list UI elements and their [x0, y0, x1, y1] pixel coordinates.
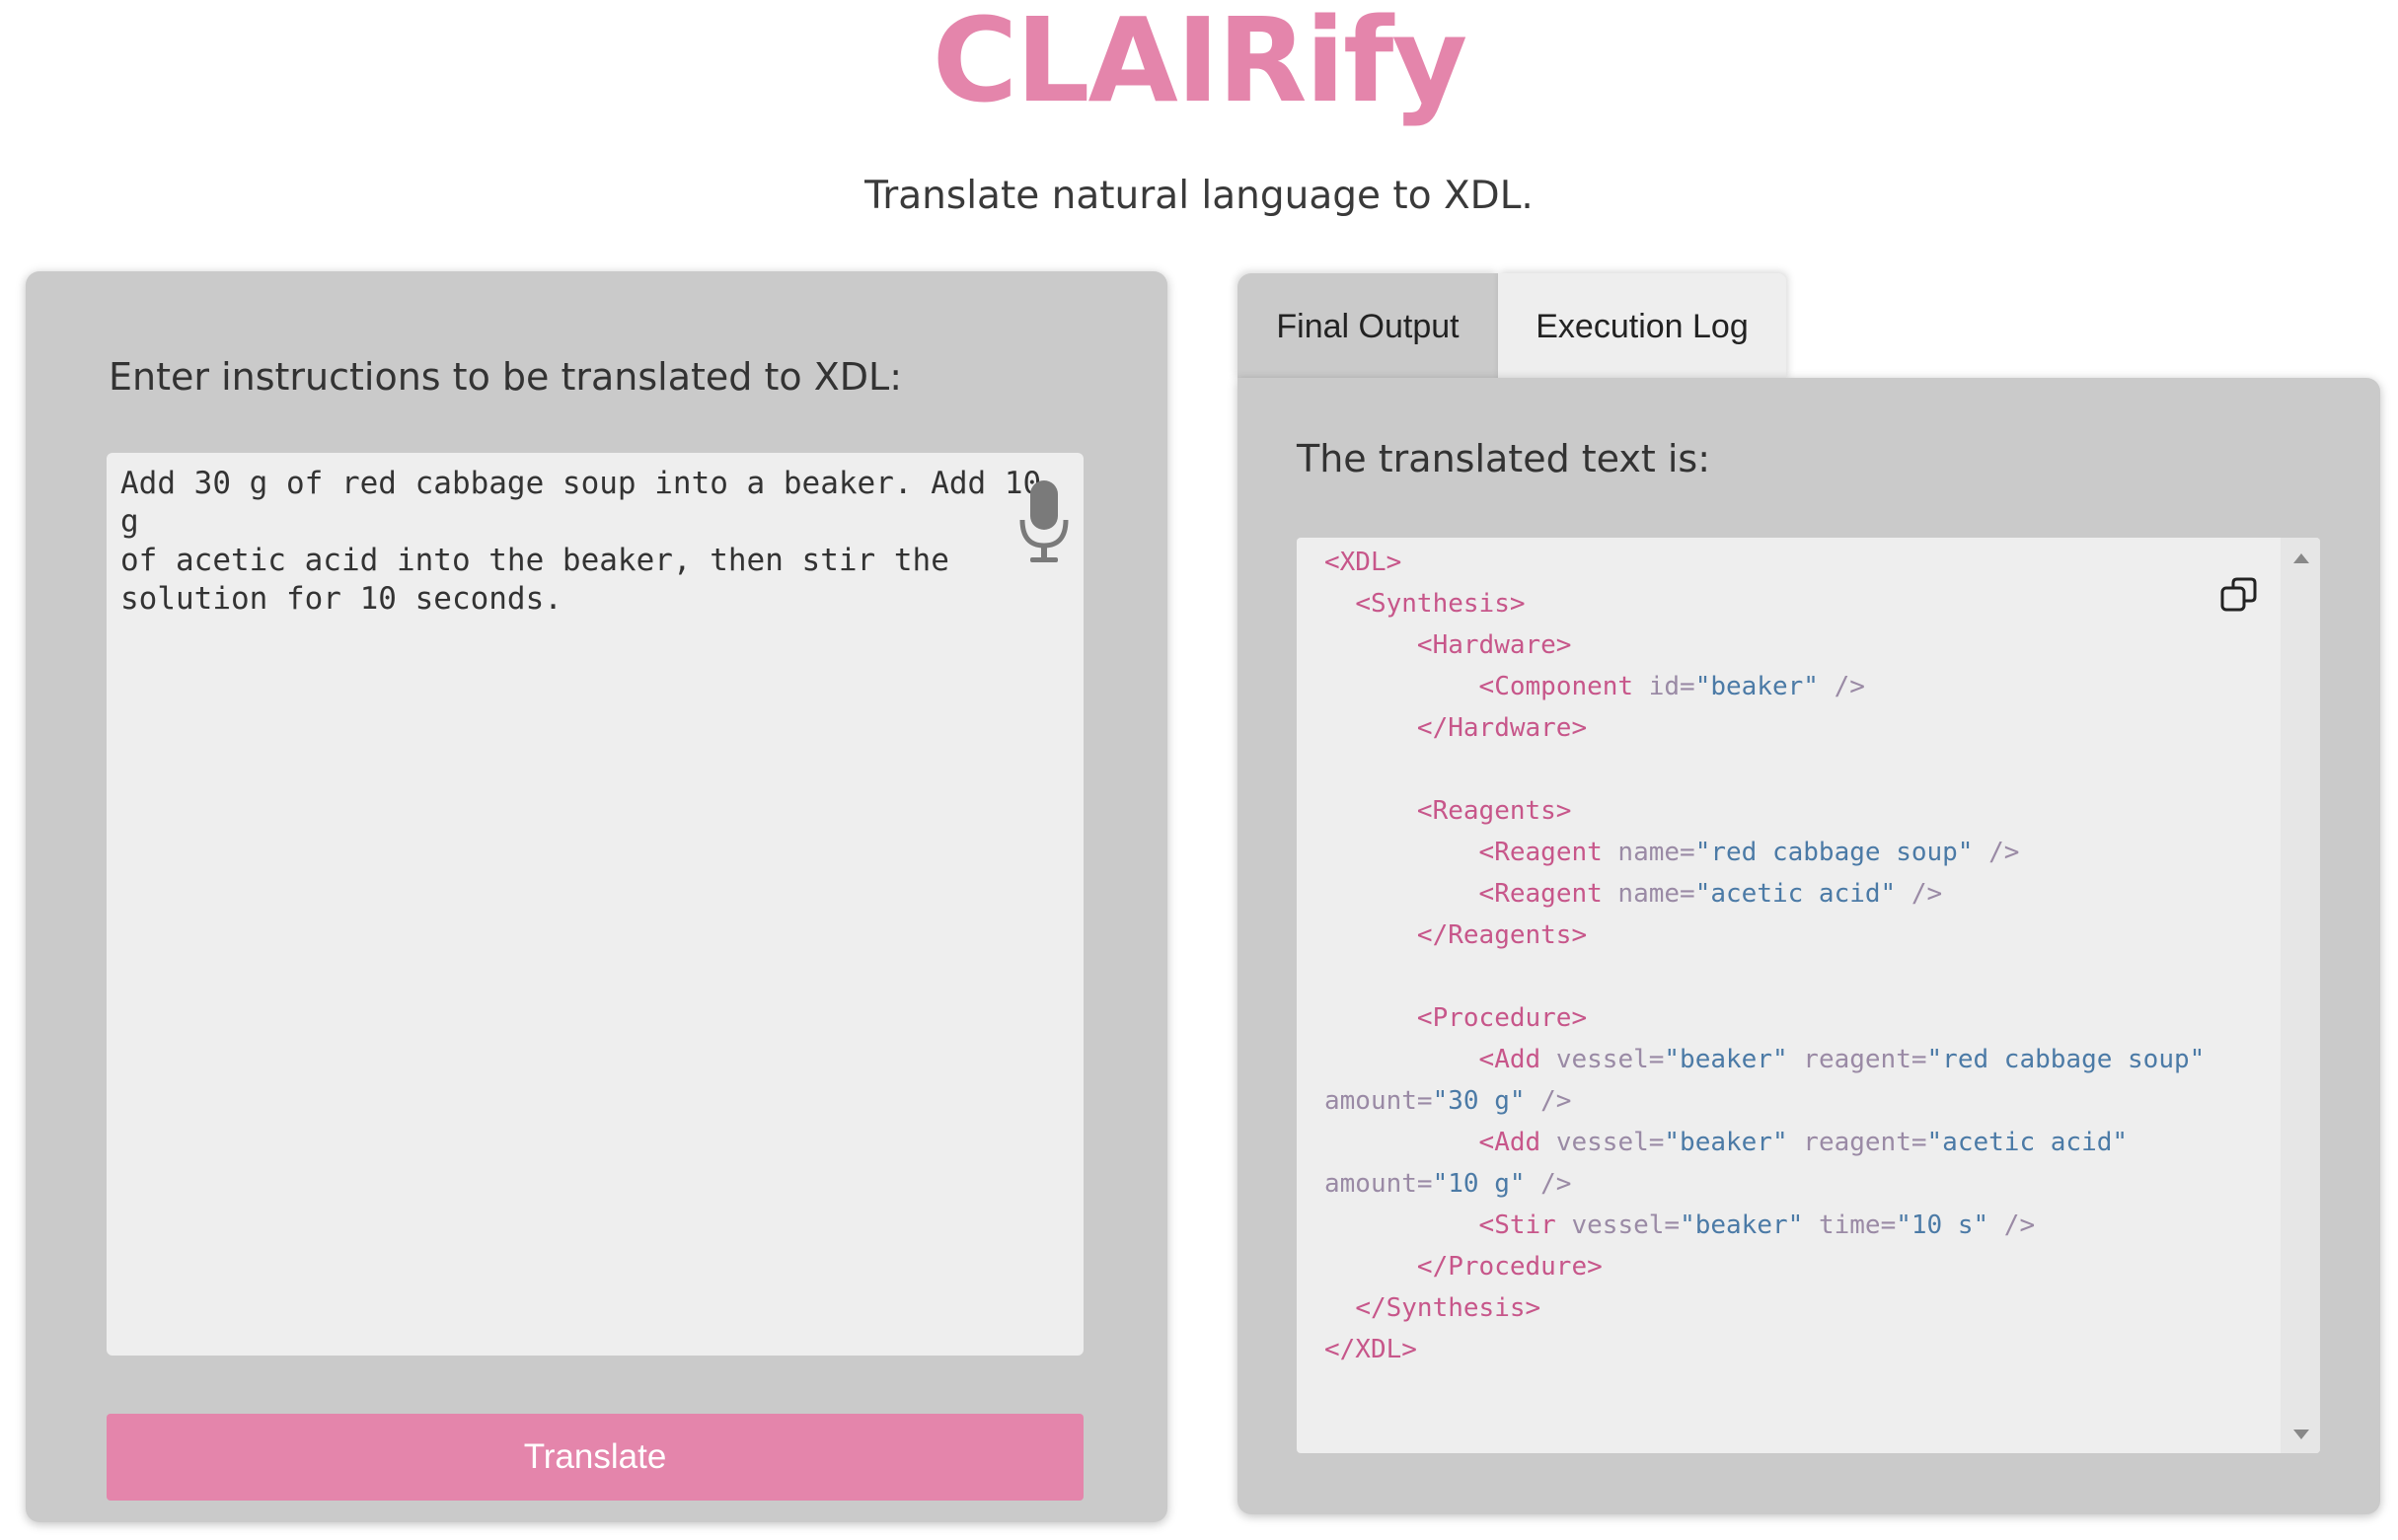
code-line: <Procedure> — [1324, 1003, 1587, 1033]
code-line: <Stir vessel="beaker" time="10 s" /> — [1324, 1210, 2036, 1240]
code-line: <Reagent name="red cabbage soup" /> — [1324, 838, 2020, 867]
code-token: <Component — [1478, 672, 1634, 701]
code-token: vessel= — [1540, 1128, 1665, 1157]
code-token: "30 g" — [1432, 1086, 1526, 1116]
code-line: </Synthesis> — [1324, 1293, 1540, 1323]
code-token: </Procedure> — [1416, 1252, 1603, 1282]
code-token: <Reagents> — [1416, 796, 1572, 826]
code-token: /> — [1525, 1169, 1572, 1199]
code-token: name= — [1602, 879, 1695, 909]
code-line: <Component id="beaker" /> — [1324, 672, 1865, 701]
code-token: </Reagents> — [1416, 920, 1588, 950]
code-token: <Reagent — [1478, 838, 1603, 867]
scroll-down-arrow-icon[interactable] — [2293, 1430, 2309, 1439]
code-line: <Add vessel="beaker" reagent="acetic aci… — [1324, 1128, 2128, 1157]
code-token: <Hardware> — [1416, 630, 1572, 660]
code-line: <Hardware> — [1324, 630, 1572, 660]
output-panel: The translated text is: <XDL> <Synthesis… — [1237, 378, 2380, 1514]
code-token: "acetic acid" — [1694, 879, 1897, 909]
code-line: amount="10 g" /> — [1324, 1169, 1571, 1199]
microphone-icon[interactable] — [1014, 480, 1074, 569]
code-line: <Add vessel="beaker" reagent="red cabbag… — [1324, 1045, 2206, 1074]
code-token: <XDL> — [1324, 548, 1402, 577]
code-token: /> — [1896, 879, 1943, 909]
code-token: <Synthesis> — [1355, 589, 1526, 619]
instructions-text[interactable]: Add 30 g of red cabbage soup into a beak… — [120, 465, 1048, 619]
code-token: <Add — [1478, 1045, 1541, 1074]
code-scrollbar[interactable] — [2281, 538, 2320, 1453]
code-line: </Procedure> — [1324, 1252, 1603, 1282]
code-token: <Add — [1478, 1128, 1541, 1157]
code-token: "red cabbage soup" — [1926, 1045, 2206, 1074]
code-token: </Synthesis> — [1355, 1293, 1541, 1323]
code-token: "beaker" — [1664, 1128, 1788, 1157]
code-line: <XDL> — [1324, 548, 1401, 577]
code-token: /> — [1988, 1210, 2036, 1240]
page: CLAIRify Translate natural language to X… — [0, 0, 2398, 1540]
tab-final-output[interactable]: Final Output — [1237, 273, 1498, 380]
code-token: <Reagent — [1478, 879, 1603, 909]
translate-button[interactable]: Translate — [107, 1414, 1084, 1501]
code-token: vessel= — [1555, 1210, 1681, 1240]
code-token: "beaker" — [1694, 672, 1819, 701]
code-line: <Reagents> — [1324, 796, 1572, 826]
code-line: <Synthesis> — [1324, 589, 1526, 619]
app-subtitle: Translate natural language to XDL. — [864, 174, 1534, 218]
code-token: </XDL> — [1324, 1335, 1417, 1364]
instructions-label: Enter instructions to be translated to X… — [109, 355, 902, 399]
code-token: /> — [1525, 1086, 1572, 1116]
code-token: name= — [1602, 838, 1695, 867]
code-token: "red cabbage soup" — [1694, 838, 1974, 867]
code-token: reagent= — [1787, 1128, 1927, 1157]
code-token: "beaker" — [1680, 1210, 1804, 1240]
code-line: </Reagents> — [1324, 920, 1587, 950]
app-title: CLAIRify — [932, 0, 1468, 128]
code-token: "10 g" — [1432, 1169, 1526, 1199]
output-label: The translated text is: — [1297, 437, 1711, 480]
input-panel: Enter instructions to be translated to X… — [26, 271, 1167, 1522]
copy-icon[interactable] — [2219, 575, 2259, 615]
code-token: amount= — [1324, 1086, 1433, 1116]
tab-execution-log[interactable]: Execution Log — [1498, 273, 1786, 380]
code-token: /> — [1973, 838, 2020, 867]
code-token: <Stir — [1478, 1210, 1556, 1240]
scroll-up-arrow-icon[interactable] — [2293, 553, 2309, 563]
code-token: </Hardware> — [1416, 713, 1588, 743]
xdl-output-code[interactable]: <XDL> <Synthesis> <Hardware> <Component … — [1297, 538, 2320, 1453]
xdl-code-text: <XDL> <Synthesis> <Hardware> <Component … — [1324, 542, 2205, 1370]
code-line: amount="30 g" /> — [1324, 1086, 1571, 1116]
code-token: reagent= — [1787, 1045, 1927, 1074]
code-line: </XDL> — [1324, 1335, 1417, 1364]
code-line: </Hardware> — [1324, 713, 1587, 743]
code-token: <Procedure> — [1416, 1003, 1588, 1033]
code-token: /> — [1818, 672, 1865, 701]
code-token: vessel= — [1540, 1045, 1665, 1074]
code-token: "acetic acid" — [1926, 1128, 2129, 1157]
code-token: "beaker" — [1664, 1045, 1788, 1074]
code-token: "10 s" — [1896, 1210, 1989, 1240]
instructions-textarea[interactable]: Add 30 g of red cabbage soup into a beak… — [107, 453, 1084, 1356]
code-token: id= — [1633, 672, 1695, 701]
code-token: amount= — [1324, 1169, 1433, 1199]
code-token: time= — [1803, 1210, 1897, 1240]
code-line: <Reagent name="acetic acid" /> — [1324, 879, 1943, 909]
